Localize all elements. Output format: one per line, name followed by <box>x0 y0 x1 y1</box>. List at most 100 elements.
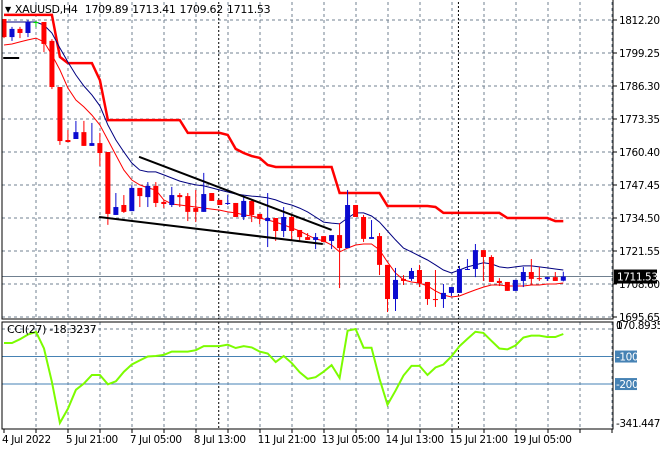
candle-body <box>89 143 95 146</box>
candle <box>528 259 534 286</box>
candle <box>185 193 191 222</box>
candle-body <box>105 152 111 214</box>
candle <box>408 267 414 281</box>
candle-body <box>520 272 526 281</box>
candle <box>385 264 391 313</box>
close-value: 1711.53 <box>226 3 271 16</box>
candle <box>217 199 223 206</box>
cci-min-label: -341.4479 <box>616 418 660 430</box>
candle-body <box>217 199 223 206</box>
cci-max-label: 170.8935 <box>616 320 660 332</box>
candle-body <box>145 185 151 198</box>
candle-body <box>241 200 247 217</box>
candle <box>129 185 135 212</box>
candle <box>249 199 255 223</box>
chart-canvas[interactable]: -100 -200 1812.20 1799.25 1786.30 1773.35 1760… <box>0 0 660 450</box>
candle-body <box>361 216 367 239</box>
cci-value: -18.3237 <box>49 323 97 336</box>
candle-body <box>385 264 391 300</box>
stop-line-series <box>4 13 564 223</box>
low-value: 1709.62 <box>179 3 224 16</box>
time-label: 7 Jul 05:00 <box>130 434 182 446</box>
candle-body <box>464 268 470 270</box>
candle <box>73 120 79 140</box>
candle <box>313 233 319 250</box>
cci-title: CCI(27) <box>7 323 47 336</box>
candle <box>153 182 159 208</box>
cci-header: CCI(27) -18.3237 <box>7 323 97 336</box>
time-axis[interactable]: 4 Jul 2022 5 Jul 21:00 7 Jul 05:00 8 Jul 13… <box>2 429 613 446</box>
candle-body <box>496 280 502 283</box>
candle-body <box>456 268 462 293</box>
price-axis[interactable]: -100 -200 1812.20 1799.25 1786.30 1773.35 1760… <box>613 15 660 430</box>
candle-body <box>129 187 135 212</box>
candle-body <box>321 236 327 242</box>
candle <box>17 26 23 39</box>
candle <box>65 130 71 143</box>
candle-body <box>424 281 430 300</box>
candle <box>145 182 151 208</box>
candle-body <box>440 292 446 300</box>
candle-body <box>369 237 375 239</box>
candle-body <box>488 256 494 282</box>
candle <box>89 122 95 146</box>
candle <box>361 214 367 242</box>
candle-body <box>249 200 255 215</box>
cci-level-label: -200 <box>616 379 638 391</box>
candle-body <box>201 194 207 212</box>
candle <box>456 265 462 293</box>
candle-body <box>528 272 534 279</box>
candle <box>536 266 542 281</box>
candle <box>113 193 119 215</box>
candle <box>289 214 295 240</box>
candle-body <box>161 201 167 204</box>
candle-body <box>432 299 438 301</box>
candle-body <box>33 22 39 24</box>
candle <box>440 284 446 308</box>
current-price-label: 1711.53 <box>617 272 658 284</box>
candle-body <box>9 28 15 38</box>
time-label: 8 Jul 13:00 <box>194 434 246 446</box>
candle-body <box>49 40 55 88</box>
candle <box>241 196 247 221</box>
time-label: 15 Jul 21:00 <box>449 434 507 446</box>
candle <box>297 229 303 241</box>
symbol-label: XAUUSD,H4 <box>14 3 78 16</box>
candle <box>81 120 87 146</box>
candle <box>321 236 327 242</box>
candle <box>472 243 478 278</box>
chart-header: ▼ XAUUSD,H4 1709.89 1713.41 1709.62 1711.53 <box>5 3 274 16</box>
candle <box>369 220 375 239</box>
candle <box>97 132 103 167</box>
candle <box>193 189 199 223</box>
candle <box>345 189 351 249</box>
price-label: 1773.35 <box>619 114 660 126</box>
candle <box>209 193 215 201</box>
time-label: 4 Jul 2022 <box>2 434 51 446</box>
candle-body <box>512 279 518 291</box>
price-label: 1799.25 <box>619 48 660 60</box>
candle-body <box>17 28 23 33</box>
triangle-down-icon[interactable]: ▼ <box>5 5 11 14</box>
candle-body <box>121 205 127 212</box>
candle <box>424 281 430 305</box>
separators <box>218 2 459 429</box>
price-label: 1734.50 <box>619 213 660 225</box>
time-label: 14 Jul 13:00 <box>386 434 444 446</box>
stop-line <box>4 13 564 223</box>
candle <box>257 213 263 225</box>
candle <box>57 87 63 145</box>
price-label: 1786.30 <box>619 81 660 93</box>
candle-body <box>113 207 119 215</box>
candle-body <box>57 87 63 142</box>
candle-body <box>81 132 87 146</box>
candle <box>504 281 510 291</box>
candle <box>9 26 15 41</box>
candle <box>512 279 518 291</box>
time-label: 13 Jul 05:00 <box>322 434 380 446</box>
high-value: 1713.41 <box>132 3 176 16</box>
candle <box>137 187 143 208</box>
candle-body <box>177 195 183 198</box>
candle <box>121 195 127 213</box>
candle-body <box>257 213 263 220</box>
